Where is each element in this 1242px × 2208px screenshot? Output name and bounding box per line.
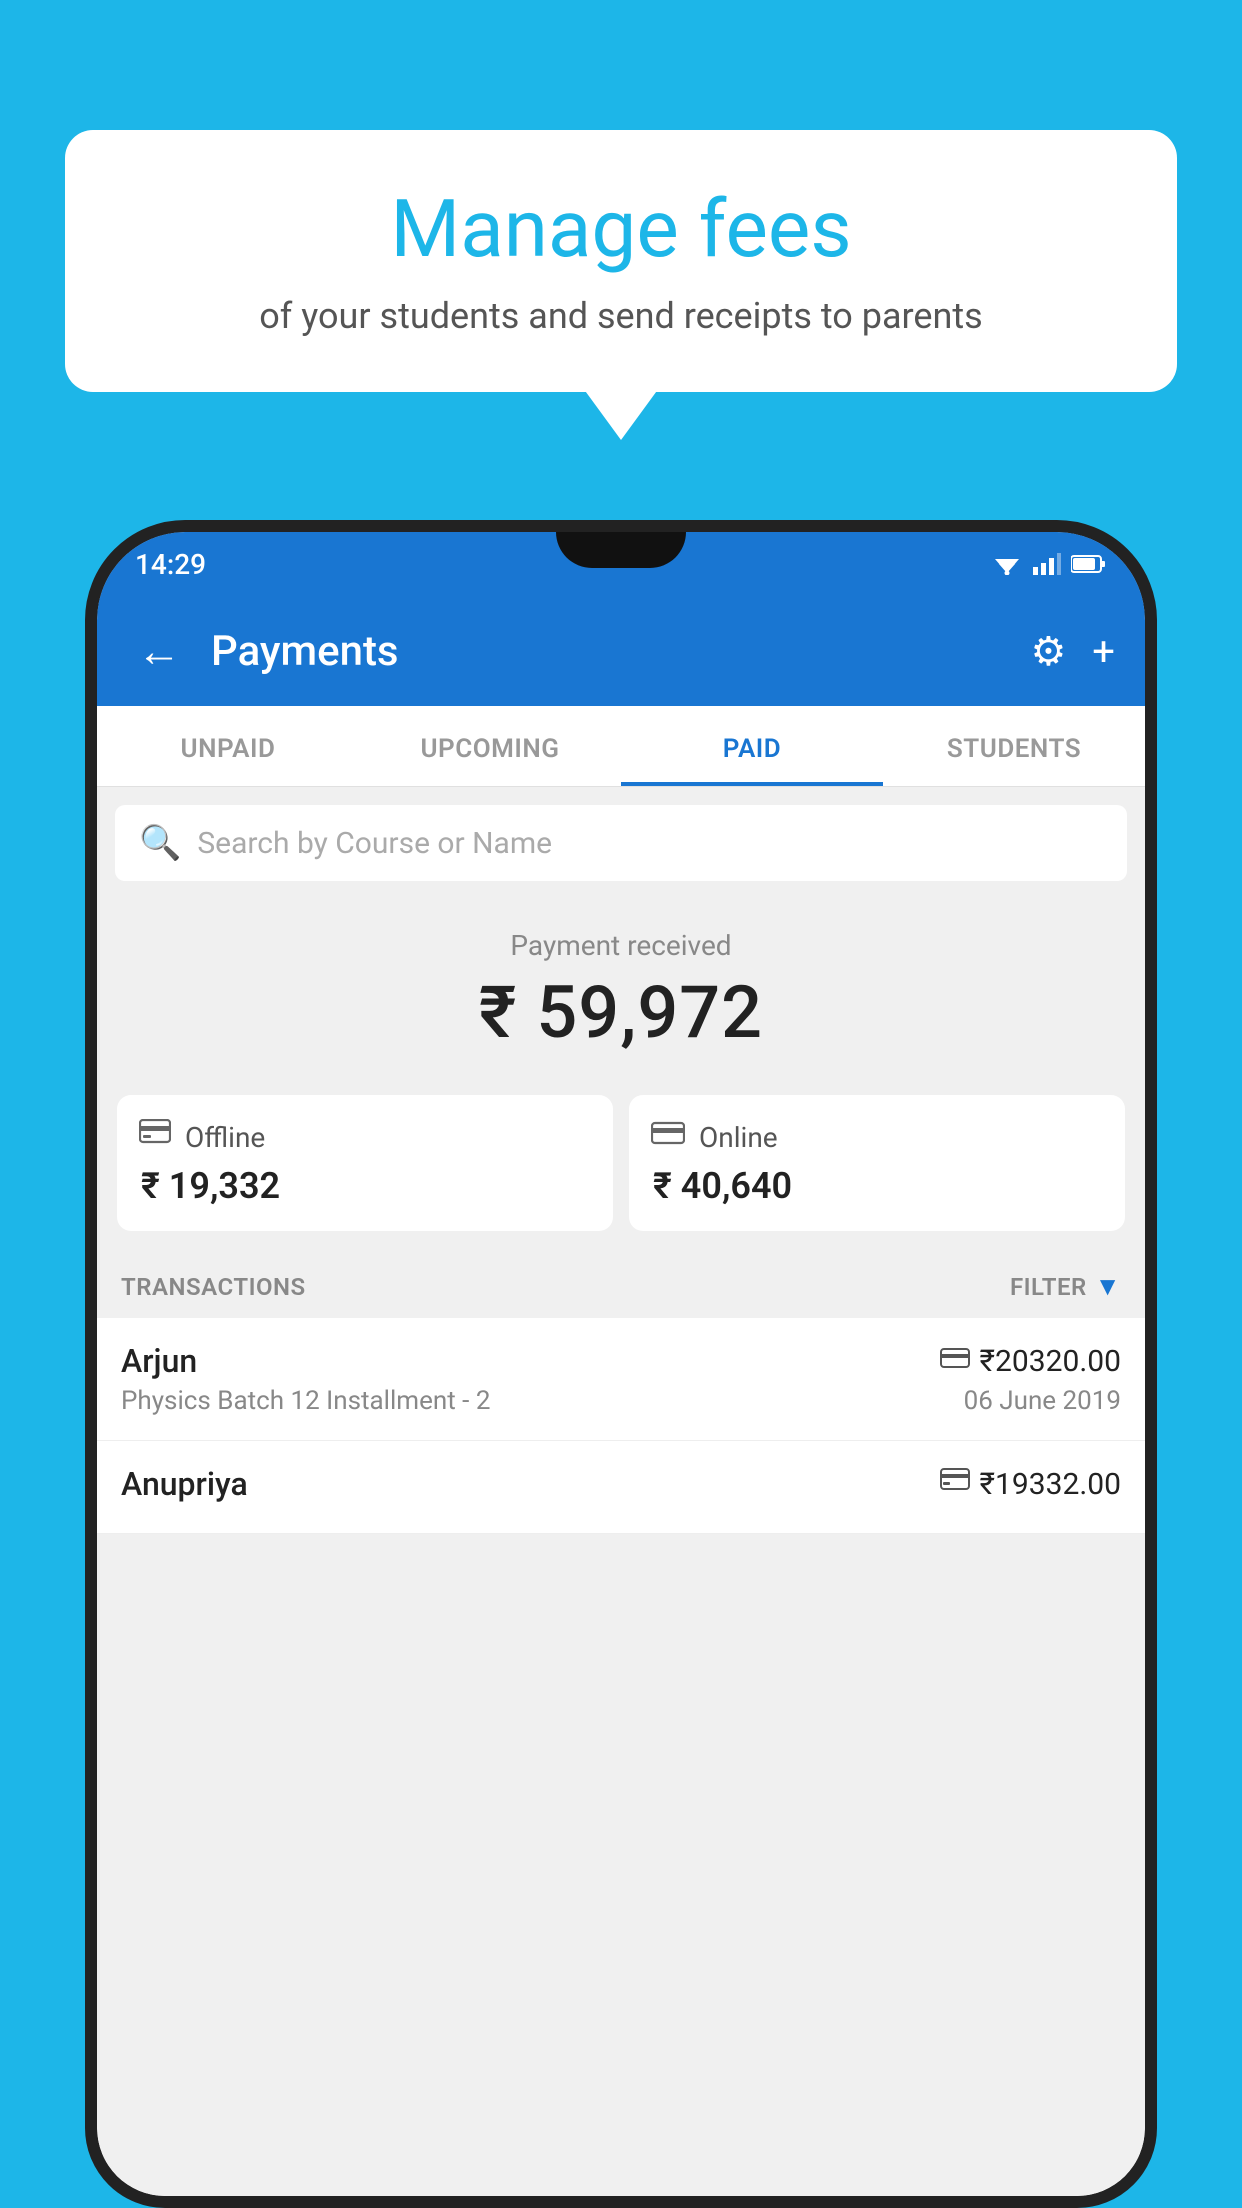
status-icons [991,553,1107,575]
main-content: 🔍 Search by Course or Name Payment recei… [97,787,1145,2196]
payment-received-section: Payment received ₹ 59,972 [97,899,1145,1075]
transaction-item[interactable]: Anupriya ₹19332.00 [97,1441,1145,1534]
online-amount: ₹ 40,640 [651,1165,1103,1207]
add-button[interactable]: + [1092,628,1115,675]
speech-bubble: Manage fees of your students and send re… [65,130,1177,392]
transaction-amount-2: ₹19332.00 [980,1467,1121,1502]
tabs-bar: UNPAID UPCOMING PAID STUDENTS [97,706,1145,787]
offline-amount: ₹ 19,332 [139,1165,591,1207]
transactions-header: TRANSACTIONS FILTER ▼ [97,1251,1145,1318]
filter-button[interactable]: FILTER ▼ [1010,1271,1121,1302]
settings-button[interactable]: ⚙ [1030,628,1066,675]
transaction-row-1: Arjun ₹20320.00 [121,1342,1121,1380]
bubble-subtitle: of your students and send receipts to pa… [125,295,1117,337]
search-placeholder: Search by Course or Name [197,826,552,861]
tab-students[interactable]: STUDENTS [883,706,1145,786]
back-button[interactable]: ← [127,615,191,687]
transaction-row-1: Anupriya ₹19332.00 [121,1465,1121,1503]
filter-icon: ▼ [1095,1271,1121,1302]
speech-bubble-container: Manage fees of your students and send re… [65,130,1177,392]
tab-paid[interactable]: PAID [621,706,883,786]
offline-icon [139,1119,171,1155]
wifi-icon [991,553,1023,575]
app-bar: ← Payments ⚙ + [97,596,1145,706]
phone-frame: 14:29 [85,520,1157,2208]
tab-upcoming[interactable]: UPCOMING [359,706,621,786]
phone-screen: 14:29 [97,532,1145,2196]
search-icon: 🔍 [139,823,181,863]
bubble-title: Manage fees [125,185,1117,273]
offline-label: Offline [185,1121,265,1154]
transaction-name: Arjun [121,1342,197,1380]
status-bar: 14:29 [97,532,1145,596]
tab-unpaid[interactable]: UNPAID [97,706,359,786]
notch [556,532,686,568]
transaction-amount-wrap: ₹20320.00 [940,1344,1121,1379]
transaction-type-icon-offline [940,1468,970,1501]
transaction-type-icon-online [940,1346,970,1377]
app-bar-actions: ⚙ + [1030,628,1115,675]
payment-cards: Offline ₹ 19,332 Online [97,1075,1145,1251]
payment-received-label: Payment received [117,929,1125,962]
transaction-row-2: Physics Batch 12 Installment - 2 06 June… [121,1386,1121,1416]
transaction-course: Physics Batch 12 Installment - 2 [121,1386,490,1416]
online-icon [651,1119,685,1155]
transactions-label: TRANSACTIONS [121,1273,306,1301]
transaction-date: 06 June 2019 [964,1386,1121,1416]
transaction-amount: ₹20320.00 [980,1344,1121,1379]
battery-icon [1071,554,1107,574]
transaction-list: Arjun ₹20320.00 Physics [97,1318,1145,1534]
transaction-name-2: Anupriya [121,1465,248,1503]
transaction-item[interactable]: Arjun ₹20320.00 Physics [97,1318,1145,1441]
filter-label: FILTER [1010,1273,1087,1301]
status-time: 14:29 [135,548,206,581]
offline-card-header: Offline [139,1119,591,1155]
transaction-amount-wrap-2: ₹19332.00 [940,1467,1121,1502]
app-title: Payments [211,627,1010,676]
online-card: Online ₹ 40,640 [629,1095,1125,1231]
search-container[interactable]: 🔍 Search by Course or Name [115,805,1127,881]
online-card-header: Online [651,1119,1103,1155]
online-label: Online [699,1121,778,1154]
signal-icon [1033,553,1061,575]
payment-amount: ₹ 59,972 [117,970,1125,1055]
offline-card: Offline ₹ 19,332 [117,1095,613,1231]
